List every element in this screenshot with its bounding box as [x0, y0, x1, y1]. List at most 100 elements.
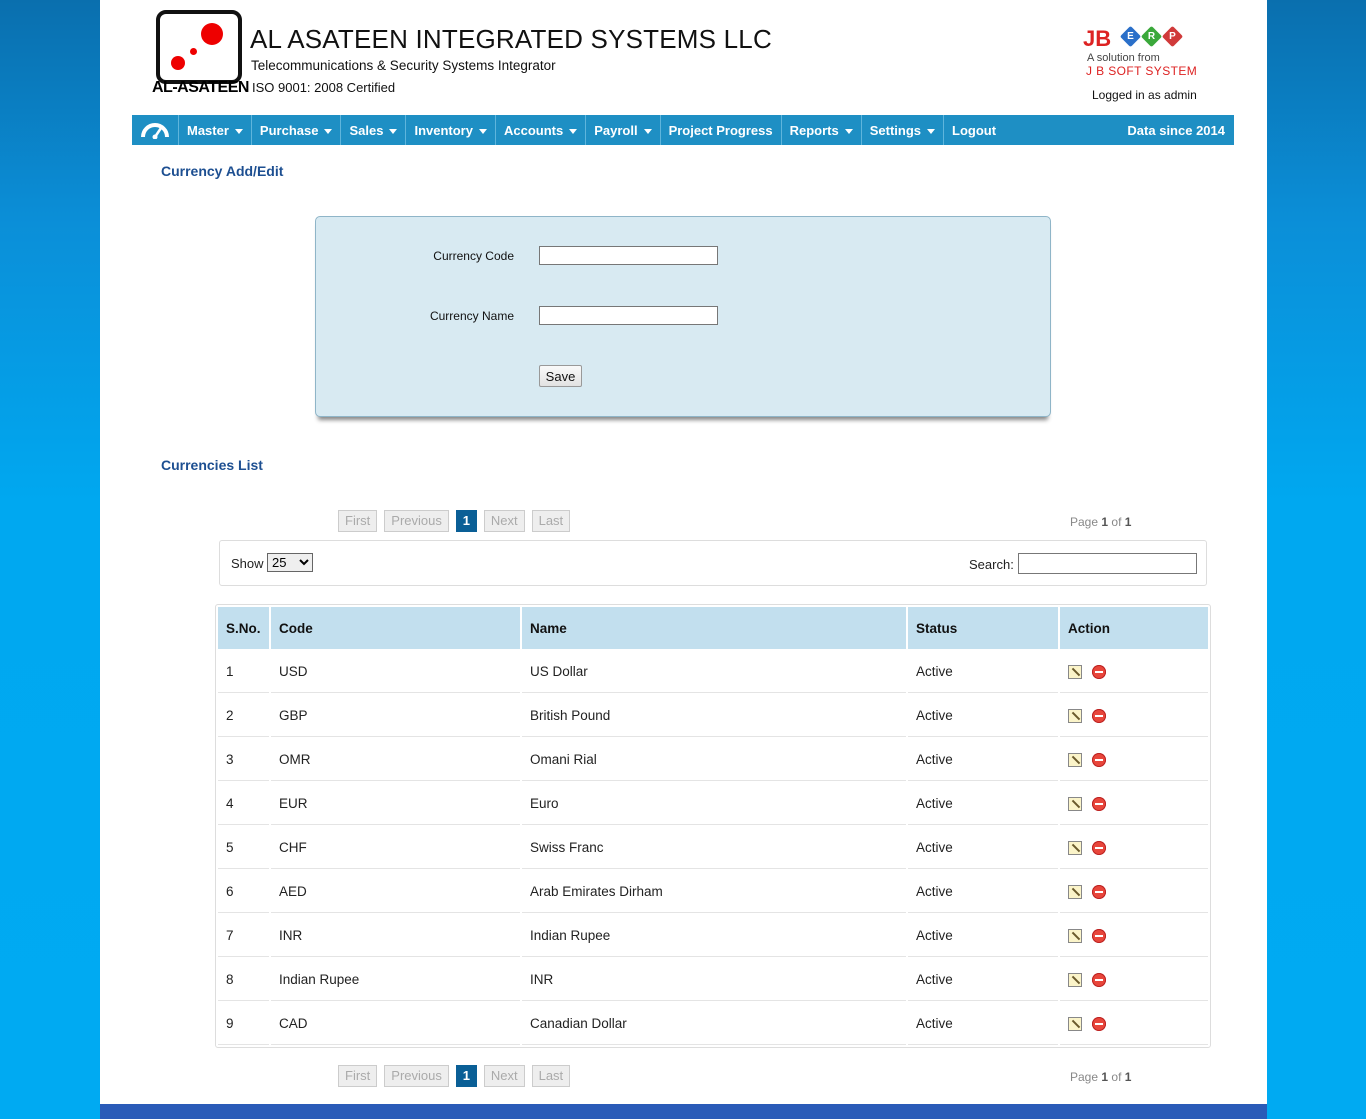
previous-page-button[interactable]: Previous	[384, 1065, 449, 1087]
next-page-button[interactable]: Next	[483, 510, 525, 532]
jb-logo-text: JB	[1083, 26, 1112, 51]
nav-project-progress[interactable]: Project Progress	[661, 115, 782, 145]
search-input[interactable]	[1018, 553, 1197, 574]
col-action: Action	[1060, 607, 1208, 649]
cell-sno: 2	[218, 695, 269, 737]
edit-icon[interactable]	[1068, 884, 1082, 899]
caret-down-icon	[324, 129, 333, 134]
cell-status: Active	[908, 1003, 1058, 1045]
cell-status: Active	[908, 871, 1058, 913]
cell-sno: 5	[218, 827, 269, 869]
edit-icon[interactable]	[1068, 752, 1082, 767]
cell-action	[1060, 783, 1208, 825]
search-label: Search:	[969, 557, 1014, 572]
delete-icon[interactable]	[1092, 972, 1106, 987]
dashboard-icon[interactable]	[132, 115, 179, 145]
caret-down-icon	[844, 129, 853, 134]
cell-sno: 1	[218, 651, 269, 693]
current-page-button[interactable]: 1	[455, 510, 477, 532]
save-button[interactable]: Save	[539, 365, 582, 387]
cell-action	[1060, 915, 1208, 957]
caret-down-icon	[569, 129, 578, 134]
cell-sno: 8	[218, 959, 269, 1001]
company-name: AL ASATEEN INTEGRATED SYSTEMS LLC	[250, 24, 772, 54]
jb-erp-logo: JB E R P A solution from J B SOFT SYSTEM	[1083, 25, 1203, 80]
delete-icon[interactable]	[1092, 1016, 1106, 1031]
edit-icon[interactable]	[1068, 928, 1082, 943]
cell-name: Omani Rial	[522, 739, 906, 781]
cell-action	[1060, 959, 1208, 1001]
iso-certification: ISO 9001: 2008 Certified	[252, 80, 396, 95]
col-sno[interactable]: S.No.	[218, 607, 269, 649]
list-title: Currencies List	[161, 457, 263, 473]
nav-reports[interactable]: Reports	[782, 115, 862, 145]
table-row: 9 CAD Canadian Dollar Active	[218, 1003, 1208, 1045]
cell-status: Active	[908, 695, 1058, 737]
edit-icon[interactable]	[1068, 664, 1082, 679]
cell-name: US Dollar	[522, 651, 906, 693]
delete-icon[interactable]	[1092, 664, 1106, 679]
form-title: Currency Add/Edit	[161, 163, 284, 179]
nav-sales[interactable]: Sales	[341, 115, 407, 145]
edit-icon[interactable]	[1068, 796, 1082, 811]
cell-action	[1060, 695, 1208, 737]
cell-code: GBP	[271, 695, 520, 737]
cell-name: Arab Emirates Dirham	[522, 871, 906, 913]
page-size-select[interactable]: 25	[267, 553, 313, 572]
nav-inventory[interactable]: Inventory	[406, 115, 496, 145]
table-row: 4 EUR Euro Active	[218, 783, 1208, 825]
col-status[interactable]: Status	[908, 607, 1058, 649]
cell-code: USD	[271, 651, 520, 693]
cell-sno: 3	[218, 739, 269, 781]
edit-icon[interactable]	[1068, 1016, 1082, 1031]
delete-icon[interactable]	[1092, 884, 1106, 899]
cell-status: Active	[908, 915, 1058, 957]
delete-icon[interactable]	[1092, 796, 1106, 811]
last-page-button[interactable]: Last	[531, 1065, 571, 1087]
edit-icon[interactable]	[1068, 708, 1082, 723]
page-info-bottom: Page 1 of 1	[1070, 1070, 1132, 1084]
last-page-button[interactable]: Last	[531, 510, 571, 532]
table-row: 2 GBP British Pound Active	[218, 695, 1208, 737]
currencies-table: S.No. Code Name Status Action 1 USD US Dol…	[215, 604, 1211, 1048]
current-page-button[interactable]: 1	[455, 1065, 477, 1087]
delete-icon[interactable]	[1092, 708, 1106, 723]
main-nav: Master Purchase Sales Inventory Accounts…	[132, 115, 1234, 145]
nav-accounts[interactable]: Accounts	[496, 115, 587, 145]
company-subtitle: Telecommunications & Security Systems In…	[251, 58, 556, 73]
cell-name: British Pound	[522, 695, 906, 737]
cell-code: INR	[271, 915, 520, 957]
cell-code: Indian Rupee	[271, 959, 520, 1001]
caret-down-icon	[389, 129, 398, 134]
erp-p-badge: P	[1161, 25, 1184, 48]
cell-name: Canadian Dollar	[522, 1003, 906, 1045]
col-name[interactable]: Name	[522, 607, 906, 649]
currency-name-input[interactable]	[539, 306, 718, 325]
table-row: 7 INR Indian Rupee Active	[218, 915, 1208, 957]
jb-vendor: J B SOFT SYSTEM	[1086, 64, 1198, 78]
nav-settings[interactable]: Settings	[862, 115, 945, 145]
delete-icon[interactable]	[1092, 752, 1106, 767]
next-page-button[interactable]: Next	[483, 1065, 525, 1087]
edit-icon[interactable]	[1068, 840, 1082, 855]
caret-down-icon	[927, 129, 936, 134]
nav-logout[interactable]: Logout	[944, 115, 1004, 145]
caret-down-icon	[643, 129, 652, 134]
table-row: 1 USD US Dollar Active	[218, 651, 1208, 693]
nav-master[interactable]: Master	[179, 115, 252, 145]
erp-e-badge: E	[1119, 25, 1142, 48]
first-page-button[interactable]: First	[338, 510, 378, 532]
previous-page-button[interactable]: Previous	[384, 510, 449, 532]
col-code[interactable]: Code	[271, 607, 520, 649]
nav-purchase[interactable]: Purchase	[252, 115, 342, 145]
first-page-button[interactable]: First	[338, 1065, 378, 1087]
cell-action	[1060, 739, 1208, 781]
logo-text: AL-ASATEEN	[152, 79, 249, 96]
nav-payroll[interactable]: Payroll	[586, 115, 661, 145]
delete-icon[interactable]	[1092, 840, 1106, 855]
delete-icon[interactable]	[1092, 928, 1106, 943]
jb-subtitle: A solution from	[1087, 52, 1160, 64]
cell-status: Active	[908, 959, 1058, 1001]
currency-code-input[interactable]	[539, 246, 718, 265]
edit-icon[interactable]	[1068, 972, 1082, 987]
